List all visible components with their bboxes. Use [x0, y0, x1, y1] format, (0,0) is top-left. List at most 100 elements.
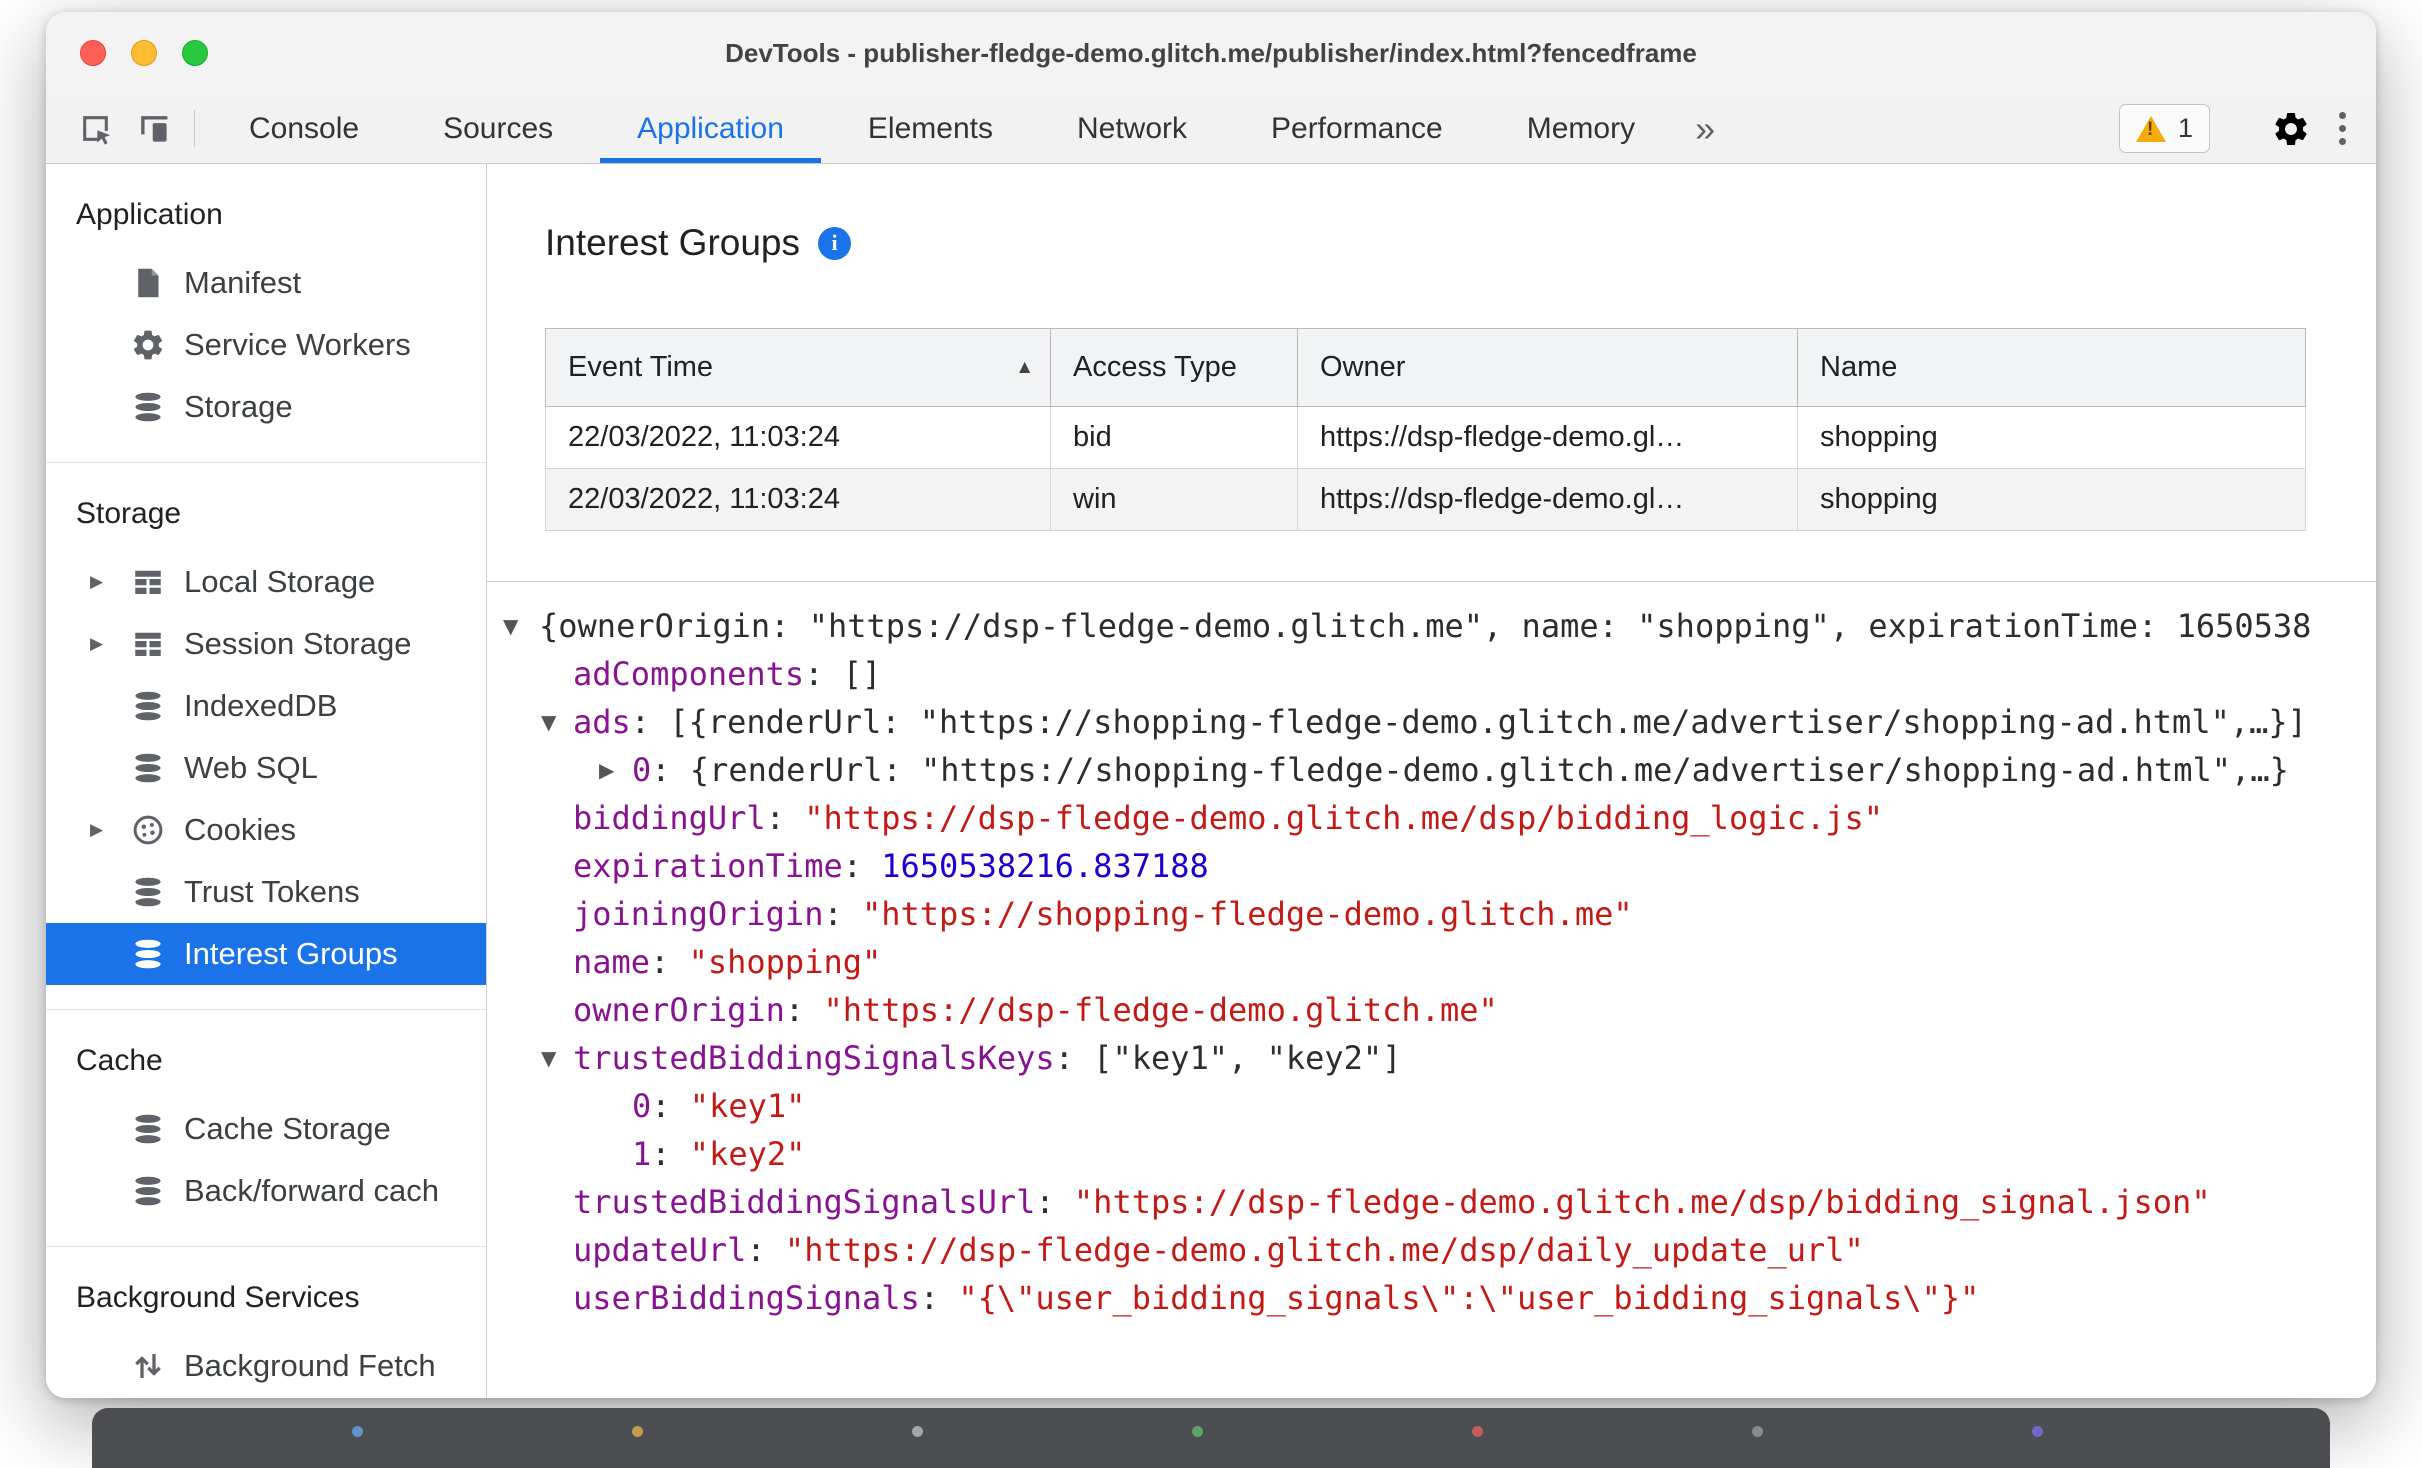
tree-segment-name: name	[573, 943, 651, 981]
sidebar-item-background-fetch[interactable]: Background Fetch	[46, 1335, 486, 1397]
sidebar-item-cache-storage[interactable]: Cache Storage	[46, 1098, 486, 1160]
tree-line: 1: "key2"	[487, 1130, 2376, 1178]
sidebar-item-storage[interactable]: Storage	[46, 376, 486, 438]
collapse-arrow-icon[interactable]: ▼	[541, 698, 556, 746]
toolbar-actions: 1	[2118, 94, 2356, 163]
tree-segment-name: trustedBiddingSignalsUrl	[573, 1183, 1036, 1221]
table-cell: bid	[1050, 406, 1298, 469]
dock-app-dot	[912, 1426, 923, 1437]
tab-application[interactable]: Application	[595, 94, 826, 163]
expand-arrow-icon[interactable]: ▶	[90, 820, 130, 840]
database-icon	[130, 874, 166, 910]
devtools-toolbar: Console Sources Application Elements Network…	[46, 94, 2376, 164]
sidebar-item-back-forward-cach[interactable]: Back/forward cach	[46, 1160, 486, 1222]
tree-segment-string: "https://dsp-fledge-demo.glitch.me/dsp/d…	[784, 1231, 1864, 1269]
expand-arrow-icon[interactable]: ▶	[90, 634, 130, 654]
device-toolbar-icon	[135, 110, 172, 147]
sidebar-section-title-application: Application	[76, 198, 223, 231]
tree-segment-plain: :	[1035, 1183, 1074, 1221]
tree-segment-string: "key2"	[689, 1135, 806, 1173]
tree-line: updateUrl: "https://dsp-fledge-demo.glit…	[487, 1226, 2376, 1274]
tree-segment-plain: :	[765, 799, 805, 837]
table-cell: shopping	[1797, 468, 2306, 531]
column-header-access-type[interactable]: Access Type	[1050, 328, 1298, 407]
inspect-button[interactable]	[66, 94, 124, 163]
collapse-arrow-icon[interactable]: ▼	[503, 602, 518, 650]
sort-ascending-icon: ▲	[1015, 356, 1034, 378]
sidebar-item-label: Web SQL	[184, 750, 318, 785]
tree-segment-string: "https://shopping-fledge-demo.glitch.me"	[861, 895, 1633, 933]
column-header-name[interactable]: Name	[1797, 328, 2306, 407]
sidebar-item-web-sql[interactable]: Web SQL	[46, 737, 486, 799]
document-icon	[130, 265, 166, 301]
sidebar-item-manifest[interactable]: Manifest	[46, 252, 486, 314]
tree-segment-string: "{\"user_bidding_signals\":\"user_biddin…	[958, 1279, 1980, 1317]
column-header-event-time[interactable]: Event Time ▲	[545, 328, 1051, 407]
tab-memory[interactable]: Memory	[1485, 94, 1677, 163]
gear-icon[interactable]	[2271, 109, 2311, 149]
table-cell: shopping	[1797, 406, 2306, 469]
table-cell: https://dsp-fledge-demo.gl…	[1297, 468, 1798, 531]
sidebar-item-local-storage[interactable]: ▶ Local Storage	[46, 551, 486, 613]
table-cell: 22/03/2022, 11:03:24	[545, 406, 1051, 469]
dock[interactable]	[92, 1408, 2330, 1468]
table-icon	[130, 564, 166, 600]
sidebar-item-label: IndexedDB	[184, 688, 338, 723]
table-icon	[130, 626, 166, 662]
tree-line: ownerOrigin: "https://dsp-fledge-demo.gl…	[487, 986, 2376, 1034]
page-title: Interest Groups	[545, 222, 801, 263]
table-cell: win	[1050, 468, 1298, 531]
tab-performance[interactable]: Performance	[1229, 94, 1485, 163]
events-table: Event Time ▲ Access Type Owner Name 22/03/20…	[545, 328, 2306, 531]
more-tabs-button[interactable]: »	[1677, 94, 1733, 163]
sidebar-item-label: Storage	[184, 389, 293, 424]
tree-segment-name: adComponents	[573, 655, 805, 693]
sidebar-item-label: Session Storage	[184, 626, 412, 661]
window-title: DevTools - publisher-fledge-demo.glitch.…	[725, 37, 1697, 68]
table-row[interactable]: 22/03/2022, 11:03:24 win https://dsp-fledg…	[545, 468, 2306, 531]
collapse-arrow-icon[interactable]: ▼	[541, 1034, 556, 1082]
tree-segment-plain: :	[842, 847, 882, 885]
sidebar-item-label: Local Storage	[184, 564, 376, 599]
sidebar-item-trust-tokens[interactable]: Trust Tokens	[46, 861, 486, 923]
sidebar-section-title-background-services: Background Services	[76, 1281, 360, 1314]
tree-line: joiningOrigin: "https://shopping-fledge-…	[487, 890, 2376, 938]
tab-sources[interactable]: Sources	[401, 94, 595, 163]
table-cell: 22/03/2022, 11:03:24	[545, 468, 1051, 531]
kebab-menu-icon[interactable]	[2329, 106, 2356, 151]
tree-segment-plain: : ["key1", "key2"]	[1054, 1039, 1402, 1077]
sidebar-section-title-cache: Cache	[76, 1044, 163, 1077]
tree-line: 0: "key1"	[487, 1082, 2376, 1130]
device-toolbar-button[interactable]	[124, 94, 182, 163]
application-sidebar: Application Manifest Service Workers Storag…	[46, 164, 487, 1398]
database-icon	[130, 750, 166, 786]
sidebar-item-session-storage[interactable]: ▶ Session Storage	[46, 613, 486, 675]
column-header-owner[interactable]: Owner	[1297, 328, 1798, 407]
tab-elements[interactable]: Elements	[826, 94, 1035, 163]
sidebar-item-interest-groups[interactable]: Interest Groups	[46, 923, 486, 985]
tree-segment-name: 0	[632, 1087, 652, 1125]
sidebar-item-label: Trust Tokens	[184, 874, 360, 909]
tab-network[interactable]: Network	[1035, 94, 1229, 163]
tab-console[interactable]: Console	[207, 94, 401, 163]
sidebar-item-label: Cache Storage	[184, 1111, 391, 1146]
tree-segment-plain: :	[784, 991, 824, 1029]
sidebar-item-cookies[interactable]: ▶ Cookies	[46, 799, 486, 861]
close-button[interactable]	[80, 40, 106, 66]
sidebar-item-indexeddb[interactable]: IndexedDB	[46, 675, 486, 737]
minimize-button[interactable]	[131, 40, 157, 66]
sidebar-item-service-workers[interactable]: Service Workers	[46, 314, 486, 376]
tree-line: userBiddingSignals: "{\"user_bidding_sig…	[487, 1274, 2376, 1322]
dock-app-dot	[1752, 1426, 1763, 1437]
expand-arrow-icon[interactable]: ▶	[90, 572, 130, 592]
tree-segment-plain: :	[919, 1279, 959, 1317]
info-icon[interactable]: i	[818, 226, 852, 260]
table-row[interactable]: 22/03/2022, 11:03:24 bid https://dsp-fledg…	[545, 406, 2306, 469]
tree-segment-name: 0	[632, 751, 652, 789]
zoom-button[interactable]	[182, 40, 208, 66]
tree-segment-plain: :	[651, 1087, 690, 1125]
sidebar-item-label: Manifest	[184, 265, 302, 300]
tree-segment-name: userBiddingSignals	[573, 1279, 920, 1317]
expand-arrow-icon[interactable]: ▶	[599, 746, 614, 794]
issues-badge[interactable]: 1	[2118, 104, 2210, 153]
